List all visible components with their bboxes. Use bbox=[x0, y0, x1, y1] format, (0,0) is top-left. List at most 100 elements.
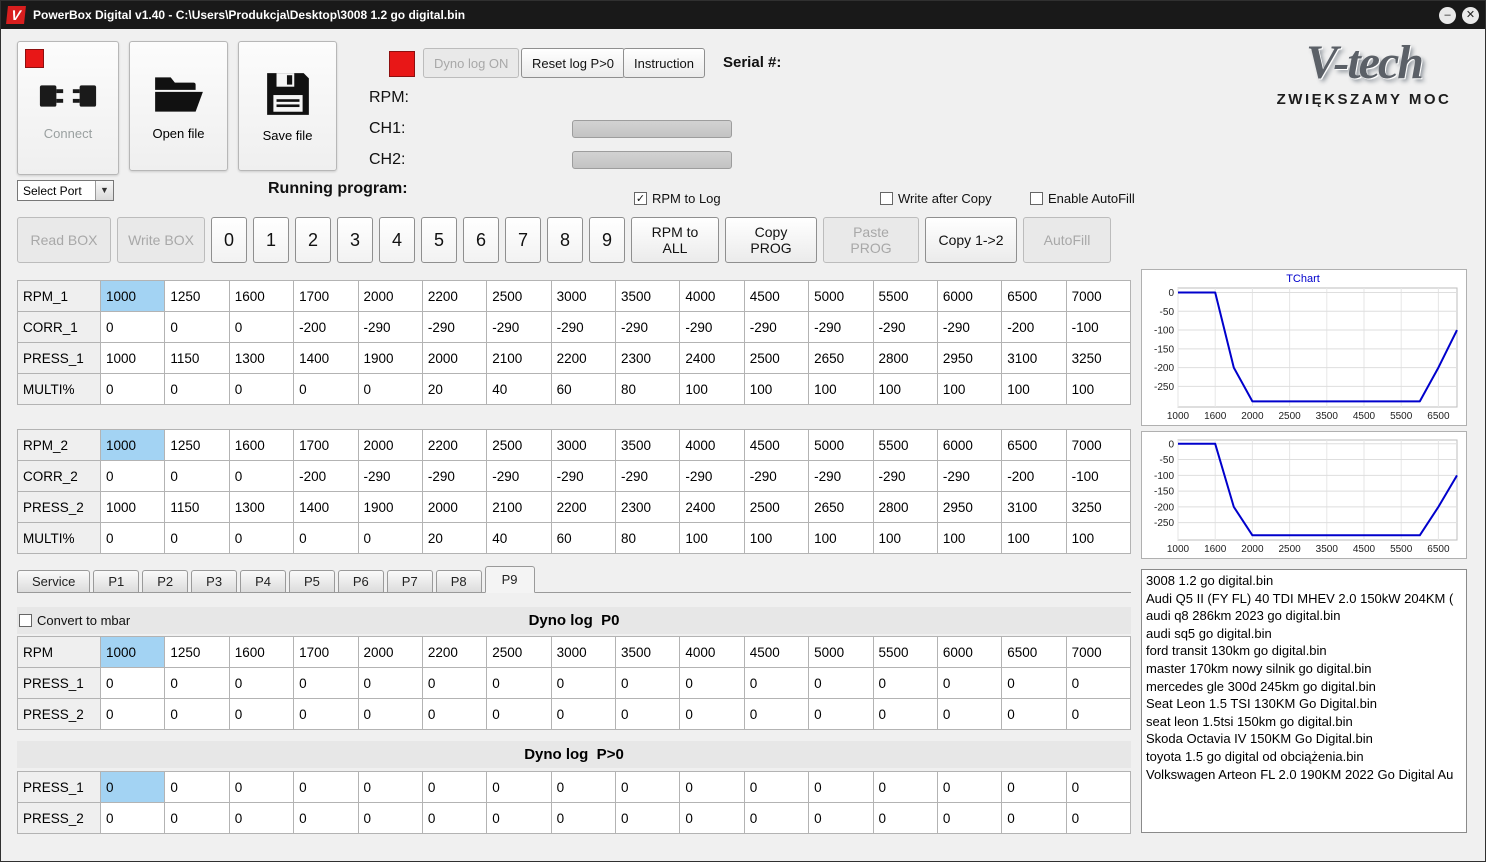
cell-PRESS_2-15[interactable]: 3250 bbox=[1065, 491, 1132, 523]
cell-PRESS_1-7[interactable]: 0 bbox=[550, 771, 617, 803]
cell-PRESS_1-13[interactable]: 0 bbox=[936, 667, 1003, 699]
minimize-button[interactable]: – bbox=[1439, 6, 1456, 24]
cell-PRESS_2-8[interactable]: 0 bbox=[614, 802, 681, 834]
copy-1-2-button[interactable]: Copy 1->2 bbox=[925, 217, 1017, 263]
file-item-10[interactable]: toyota 1.5 go digital od obciążenia.bin bbox=[1146, 748, 1462, 766]
digit-button-0[interactable]: 0 bbox=[211, 217, 247, 263]
cell-PRESS_1-14[interactable]: 3100 bbox=[1001, 342, 1067, 374]
digit-button-4[interactable]: 4 bbox=[379, 217, 415, 263]
cell-PRESS_2-1[interactable]: 0 bbox=[164, 698, 230, 730]
cell-PRESS_1-6[interactable]: 0 bbox=[486, 771, 552, 803]
cell-PRESS_1-12[interactable]: 2800 bbox=[872, 342, 938, 374]
cell-RPM_2-0[interactable]: 1000 bbox=[99, 429, 166, 461]
cell-PRESS_2-11[interactable]: 0 bbox=[808, 698, 874, 730]
cell-CORR_1-15[interactable]: -100 bbox=[1065, 311, 1132, 343]
cell-PRESS_2-2[interactable]: 0 bbox=[228, 698, 295, 730]
digit-button-5[interactable]: 5 bbox=[421, 217, 457, 263]
cell-MULTI%-1[interactable]: 0 bbox=[164, 373, 230, 405]
cell-PRESS_1-3[interactable]: 0 bbox=[293, 771, 359, 803]
cell-MULTI%-1[interactable]: 0 bbox=[164, 522, 230, 554]
enable-autofill-checkbox[interactable]: Enable AutoFill bbox=[1030, 191, 1135, 206]
cell-PRESS_2-1[interactable]: 0 bbox=[164, 802, 230, 834]
tab-p7[interactable]: P7 bbox=[386, 570, 433, 592]
cell-PRESS_1-8[interactable]: 2300 bbox=[614, 342, 681, 374]
cell-RPM_2-9[interactable]: 4000 bbox=[679, 429, 745, 461]
cell-CORR_2-0[interactable]: 0 bbox=[99, 460, 166, 492]
dyno-log-on-button[interactable]: Dyno log ON bbox=[423, 48, 520, 78]
cell-PRESS_2-0[interactable]: 0 bbox=[99, 698, 166, 730]
cell-RPM-8[interactable]: 3500 bbox=[614, 636, 681, 668]
cell-RPM-3[interactable]: 1700 bbox=[293, 636, 359, 668]
cell-PRESS_2-11[interactable]: 2650 bbox=[808, 491, 874, 523]
cell-CORR_2-14[interactable]: -200 bbox=[1001, 460, 1067, 492]
cell-PRESS_1-12[interactable]: 0 bbox=[872, 667, 938, 699]
cell-PRESS_2-7[interactable]: 2200 bbox=[550, 491, 617, 523]
cell-PRESS_1-1[interactable]: 0 bbox=[164, 771, 230, 803]
cell-MULTI%-10[interactable]: 100 bbox=[743, 522, 810, 554]
cell-MULTI%-0[interactable]: 0 bbox=[99, 373, 166, 405]
cell-CORR_1-6[interactable]: -290 bbox=[486, 311, 552, 343]
tab-service[interactable]: Service bbox=[17, 570, 91, 592]
cell-MULTI%-9[interactable]: 100 bbox=[679, 522, 745, 554]
tab-p1[interactable]: P1 bbox=[93, 570, 140, 592]
cell-PRESS_1-13[interactable]: 0 bbox=[936, 771, 1003, 803]
cell-RPM-5[interactable]: 2200 bbox=[421, 636, 488, 668]
cell-MULTI%-11[interactable]: 100 bbox=[808, 522, 874, 554]
cell-PRESS_1-0[interactable]: 1000 bbox=[99, 342, 166, 374]
digit-button-6[interactable]: 6 bbox=[463, 217, 499, 263]
cell-RPM_2-3[interactable]: 1700 bbox=[293, 429, 359, 461]
cell-PRESS_2-11[interactable]: 0 bbox=[808, 802, 874, 834]
cell-CORR_1-1[interactable]: 0 bbox=[164, 311, 230, 343]
cell-CORR_2-15[interactable]: -100 bbox=[1065, 460, 1132, 492]
cell-CORR_2-12[interactable]: -290 bbox=[872, 460, 938, 492]
cell-MULTI%-13[interactable]: 100 bbox=[936, 522, 1003, 554]
cell-MULTI%-6[interactable]: 40 bbox=[486, 373, 552, 405]
cell-PRESS_2-13[interactable]: 0 bbox=[936, 802, 1003, 834]
cell-PRESS_2-4[interactable]: 0 bbox=[357, 802, 423, 834]
cell-CORR_2-5[interactable]: -290 bbox=[421, 460, 488, 492]
cell-MULTI%-4[interactable]: 0 bbox=[357, 373, 423, 405]
cell-PRESS_2-10[interactable]: 0 bbox=[743, 698, 810, 730]
cell-RPM_2-15[interactable]: 7000 bbox=[1065, 429, 1132, 461]
cell-RPM_1-6[interactable]: 2500 bbox=[486, 280, 552, 312]
cell-MULTI%-7[interactable]: 60 bbox=[550, 373, 617, 405]
cell-RPM-15[interactable]: 7000 bbox=[1065, 636, 1132, 668]
cell-RPM_2-6[interactable]: 2500 bbox=[486, 429, 552, 461]
cell-RPM-2[interactable]: 1600 bbox=[228, 636, 295, 668]
cell-RPM_2-13[interactable]: 6000 bbox=[936, 429, 1003, 461]
cell-CORR_2-10[interactable]: -290 bbox=[743, 460, 810, 492]
reset-log-button[interactable]: Reset log P>0 bbox=[521, 48, 626, 78]
cell-PRESS_1-13[interactable]: 2950 bbox=[936, 342, 1003, 374]
cell-PRESS_2-3[interactable]: 0 bbox=[293, 802, 359, 834]
cell-PRESS_1-3[interactable]: 1400 bbox=[293, 342, 359, 374]
cell-RPM_1-8[interactable]: 3500 bbox=[614, 280, 681, 312]
tab-p3[interactable]: P3 bbox=[191, 570, 238, 592]
cell-CORR_1-2[interactable]: 0 bbox=[228, 311, 295, 343]
cell-CORR_2-3[interactable]: -200 bbox=[293, 460, 359, 492]
cell-PRESS_2-10[interactable]: 0 bbox=[743, 802, 810, 834]
cell-RPM_1-3[interactable]: 1700 bbox=[293, 280, 359, 312]
cell-RPM_1-13[interactable]: 6000 bbox=[936, 280, 1003, 312]
cell-MULTI%-10[interactable]: 100 bbox=[743, 373, 810, 405]
cell-RPM_2-7[interactable]: 3000 bbox=[550, 429, 617, 461]
digit-button-3[interactable]: 3 bbox=[337, 217, 373, 263]
cell-PRESS_2-4[interactable]: 0 bbox=[357, 698, 423, 730]
cell-CORR_2-8[interactable]: -290 bbox=[614, 460, 681, 492]
cell-PRESS_1-5[interactable]: 2000 bbox=[421, 342, 488, 374]
cell-PRESS_2-12[interactable]: 0 bbox=[872, 802, 938, 834]
digit-button-8[interactable]: 8 bbox=[547, 217, 583, 263]
cell-RPM_1-12[interactable]: 5500 bbox=[872, 280, 938, 312]
cell-RPM_2-1[interactable]: 1250 bbox=[164, 429, 230, 461]
digit-button-7[interactable]: 7 bbox=[505, 217, 541, 263]
cell-PRESS_2-8[interactable]: 2300 bbox=[614, 491, 681, 523]
cell-PRESS_1-0[interactable]: 0 bbox=[99, 667, 166, 699]
cell-MULTI%-2[interactable]: 0 bbox=[228, 522, 295, 554]
cell-RPM-1[interactable]: 1250 bbox=[164, 636, 230, 668]
cell-CORR_1-8[interactable]: -290 bbox=[614, 311, 681, 343]
cell-PRESS_1-4[interactable]: 1900 bbox=[357, 342, 423, 374]
cell-PRESS_2-15[interactable]: 0 bbox=[1065, 802, 1132, 834]
cell-MULTI%-3[interactable]: 0 bbox=[293, 522, 359, 554]
cell-PRESS_1-2[interactable]: 0 bbox=[228, 771, 295, 803]
cell-MULTI%-5[interactable]: 20 bbox=[421, 373, 488, 405]
cell-PRESS_1-2[interactable]: 1300 bbox=[228, 342, 295, 374]
